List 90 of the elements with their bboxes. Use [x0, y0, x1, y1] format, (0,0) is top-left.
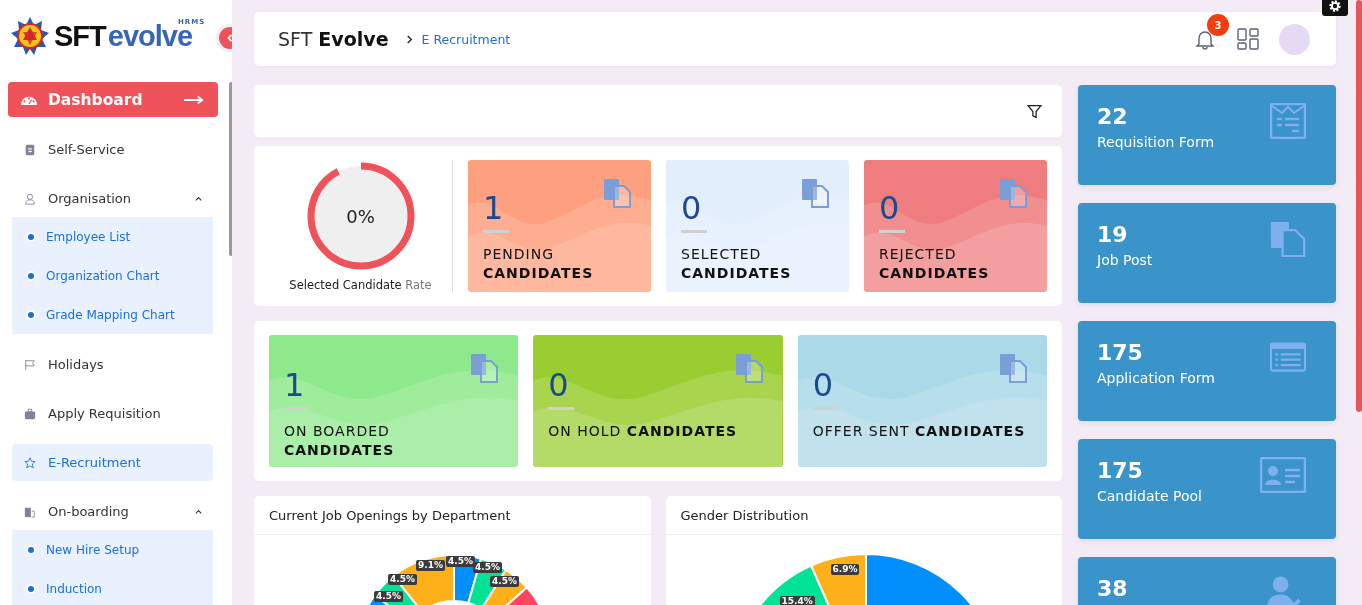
chevron-icon	[404, 34, 414, 44]
slice-label: 9.1%	[416, 560, 445, 571]
status-label: OFFER SENT CANDIDATES	[812, 422, 1027, 441]
summary-card[interactable]: 19 Job Post	[1078, 203, 1336, 303]
nav-item[interactable]: Self-Service	[12, 131, 213, 168]
status-label: PENDING CANDIDATES	[483, 245, 595, 283]
gear-icon	[1328, 0, 1342, 13]
slice-label: 4.5%	[374, 591, 403, 602]
id-card-icon	[1260, 457, 1306, 493]
slice-label: 4.5%	[446, 556, 475, 567]
summary-label: Job Post	[1097, 251, 1153, 270]
slice-label: 6.9%	[830, 564, 860, 575]
status-label: REJECTED CANDIDATES	[879, 245, 991, 283]
nav-item[interactable]: Apply Requisition	[12, 395, 213, 432]
status-count: 0	[879, 190, 900, 226]
form-icon	[1270, 103, 1306, 139]
nav-subitem[interactable]: Induction	[12, 569, 213, 605]
chart-title: Current Job Openings by Department	[254, 496, 651, 535]
documents-icon	[603, 178, 633, 208]
nav-item[interactable]: Holidays	[12, 346, 213, 383]
summary-count: 175	[1097, 339, 1144, 367]
slice-label: 4.5%	[473, 562, 502, 573]
dashboard-button[interactable]: Dashboard	[8, 82, 218, 117]
summary-count: 38	[1097, 575, 1128, 603]
status-count: 0	[548, 367, 569, 403]
status-card[interactable]: 0 REJECTED CANDIDATES	[864, 160, 1047, 292]
user-icon	[24, 192, 36, 205]
status-card[interactable]: 1 PENDING CANDIDATES	[468, 160, 651, 292]
flag-icon	[24, 358, 36, 371]
slice-label: 4.5%	[490, 576, 519, 587]
status-count: 0	[681, 190, 702, 226]
summary-label: Candidate Pool	[1097, 487, 1202, 506]
summary-card[interactable]: 175 Application Form	[1078, 321, 1336, 421]
bell-icon	[1195, 28, 1215, 50]
sun-logo-icon	[10, 16, 50, 56]
arrow-right-icon	[184, 94, 204, 105]
documents-icon	[999, 178, 1029, 208]
summary-card[interactable]: 175 Candidate Pool	[1078, 439, 1336, 539]
summary-count: 19	[1097, 221, 1129, 249]
logo-text: SFT	[54, 19, 106, 53]
status-label: ON BOARDED CANDIDATES	[284, 422, 396, 460]
notifications-button[interactable]	[1195, 28, 1215, 50]
documents-icon	[801, 178, 831, 208]
nav-subitem[interactable]: Organization Chart	[12, 256, 213, 295]
notification-badge: 3	[1207, 14, 1229, 36]
nav-item[interactable]: E-Recruitment	[12, 444, 213, 481]
nav-subitem[interactable]: Grade Mapping Chart	[12, 295, 213, 334]
slice-label: 4.5%	[388, 574, 417, 585]
grid-icon	[1237, 28, 1259, 50]
chevron-icon	[194, 194, 203, 203]
summary-card[interactable]: 22 Requisition Form	[1078, 85, 1336, 185]
documents-icon	[1270, 221, 1306, 257]
building-icon	[24, 505, 36, 518]
summary-label: Requisition Form	[1097, 133, 1215, 152]
nav-subitem[interactable]: Employee List	[12, 217, 213, 256]
breadcrumb-link[interactable]: E Recruitment	[421, 31, 511, 47]
documents-icon	[999, 353, 1029, 383]
summary-count: 175	[1097, 457, 1144, 485]
nav-group[interactable]: Organisation	[12, 180, 213, 217]
status-card[interactable]: 0 OFFER SENT CANDIDATES	[797, 335, 1047, 467]
status-label: ON HOLD CANDIDATES	[548, 422, 739, 441]
summary-count: 22	[1097, 103, 1129, 131]
scrollbar[interactable]	[1356, 0, 1362, 412]
rate-value: 0%	[345, 204, 376, 229]
status-card[interactable]: 1 ON BOARDED CANDIDATES	[269, 335, 519, 467]
settings-button[interactable]	[1322, 0, 1348, 16]
status-count: 1	[284, 367, 305, 403]
list-form-icon	[1270, 339, 1306, 375]
slice-label: 15.4%	[779, 596, 815, 605]
status-count: 1	[483, 190, 504, 226]
status-count: 0	[812, 367, 833, 403]
nav-group[interactable]: On-boarding	[12, 493, 213, 530]
status-card[interactable]: 0 ON HOLD CANDIDATES	[533, 335, 783, 467]
filter-icon[interactable]	[1027, 103, 1042, 119]
star-icon	[24, 456, 36, 469]
app-title: SFT Evolve	[278, 28, 389, 50]
rate-label: Selected Candidate Rate	[289, 278, 432, 292]
status-card[interactable]: 0 SELECTED CANDIDATES	[666, 160, 849, 292]
status-label: SELECTED CANDIDATES	[681, 245, 793, 283]
nav-subitem[interactable]: New Hire Setup	[12, 530, 213, 569]
summary-card[interactable]: 38	[1078, 557, 1336, 605]
documents-icon	[470, 353, 501, 383]
contact-card-icon	[24, 143, 36, 156]
chart-title: Gender Distribution	[665, 496, 1062, 535]
documents-icon	[734, 353, 765, 383]
briefcase-icon	[24, 407, 36, 420]
chevron-icon	[194, 507, 203, 516]
apps-grid-button[interactable]	[1237, 28, 1259, 50]
summary-label: Application Form	[1097, 369, 1215, 388]
scrollbar[interactable]	[229, 82, 232, 256]
